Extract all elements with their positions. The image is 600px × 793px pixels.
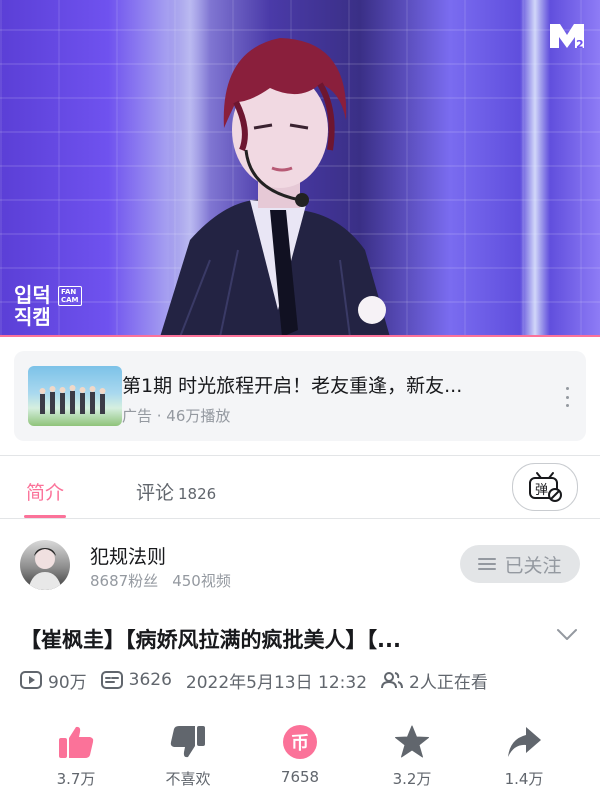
like-button[interactable]: 3.7万 xyxy=(36,722,116,789)
coin-count: 7658 xyxy=(280,768,320,786)
fancam-logo: 입덕 직캠 FAN CAM xyxy=(14,283,82,329)
divider xyxy=(0,518,600,519)
performer-image xyxy=(160,38,390,337)
thumbs-down-icon xyxy=(170,726,205,758)
avatar[interactable] xyxy=(20,540,70,590)
follow-button-label: 已关注 xyxy=(504,554,562,577)
share-icon xyxy=(508,727,541,757)
share-count: 1.4万 xyxy=(504,770,544,788)
like-count: 3.7万 xyxy=(56,770,96,788)
dislike-label: 不喜欢 xyxy=(165,770,211,788)
coin-icon: 币 xyxy=(283,725,317,759)
svg-text:2: 2 xyxy=(576,38,584,51)
svg-text:弹: 弹 xyxy=(535,483,548,498)
share-button[interactable]: 1.4万 xyxy=(484,722,564,789)
thumbs-up-icon xyxy=(59,726,94,758)
fancam-tag: FAN CAM xyxy=(58,286,82,306)
video-player[interactable]: 입덕 직캠 FAN CAM 2 xyxy=(0,0,600,337)
more-options-icon[interactable] xyxy=(564,387,570,407)
fancam-logo-line2: 직캠 xyxy=(14,305,51,329)
star-icon xyxy=(395,725,429,758)
tab-comments-label: 评论 xyxy=(136,482,175,504)
uploader-name[interactable]: 犯规法则 xyxy=(90,542,166,569)
menu-lines-icon xyxy=(478,558,497,570)
danmaku-count: 3626 xyxy=(128,670,172,690)
ad-card[interactable]: 第1期 时光旅程开启！老友重逢，新友... 广告 · 46万播放 xyxy=(14,351,586,441)
comment-count: 1826 xyxy=(178,485,217,503)
danmaku-toggle-button[interactable]: 弹 xyxy=(512,463,578,511)
danmaku-count-icon xyxy=(100,671,123,689)
tab-comments[interactable]: 评论 1826 xyxy=(136,478,216,505)
video-title: 【崔枫圭】【病娇风拉满的疯批美人】【... xyxy=(20,628,401,652)
svg-text:币: 币 xyxy=(291,733,309,754)
uploader-stats: 8687粉丝 450视频 xyxy=(90,570,231,591)
view-count: 90万 xyxy=(48,672,87,693)
chevron-down-icon[interactable] xyxy=(556,626,578,642)
dislike-button[interactable]: 不喜欢 xyxy=(148,722,228,789)
divider xyxy=(0,455,600,456)
follow-button[interactable]: 已关注 xyxy=(460,545,580,583)
favorite-button[interactable]: 3.2万 xyxy=(372,722,452,789)
fancam-logo-line1: 입덕 xyxy=(14,283,51,307)
ad-thumbnail xyxy=(28,366,122,426)
m2-channel-logo: 2 xyxy=(550,24,584,51)
play-count-icon xyxy=(20,671,42,689)
coin-button[interactable]: 币 7658 xyxy=(260,722,340,786)
viewers-icon xyxy=(381,672,404,689)
video-count: 450视频 xyxy=(172,572,231,590)
danmaku-toggle-icon: 弹 xyxy=(529,472,562,502)
ad-meta: 广告 · 46万播放 xyxy=(122,407,231,425)
watching-now: 2人正在看 xyxy=(409,672,488,693)
playback-progress-line xyxy=(0,335,600,337)
ad-title[interactable]: 第1期 时光旅程开启！老友重逢，新友... xyxy=(122,371,512,398)
follower-count: 8687粉丝 xyxy=(90,572,159,590)
tab-intro[interactable]: 简介 xyxy=(26,478,64,505)
favorite-count: 3.2万 xyxy=(392,770,432,788)
publish-date: 2022年5月13日 12:32 xyxy=(185,672,368,693)
video-meta: 90万 3626 2022年5月13日 12:32 2人正在看 xyxy=(20,668,502,693)
